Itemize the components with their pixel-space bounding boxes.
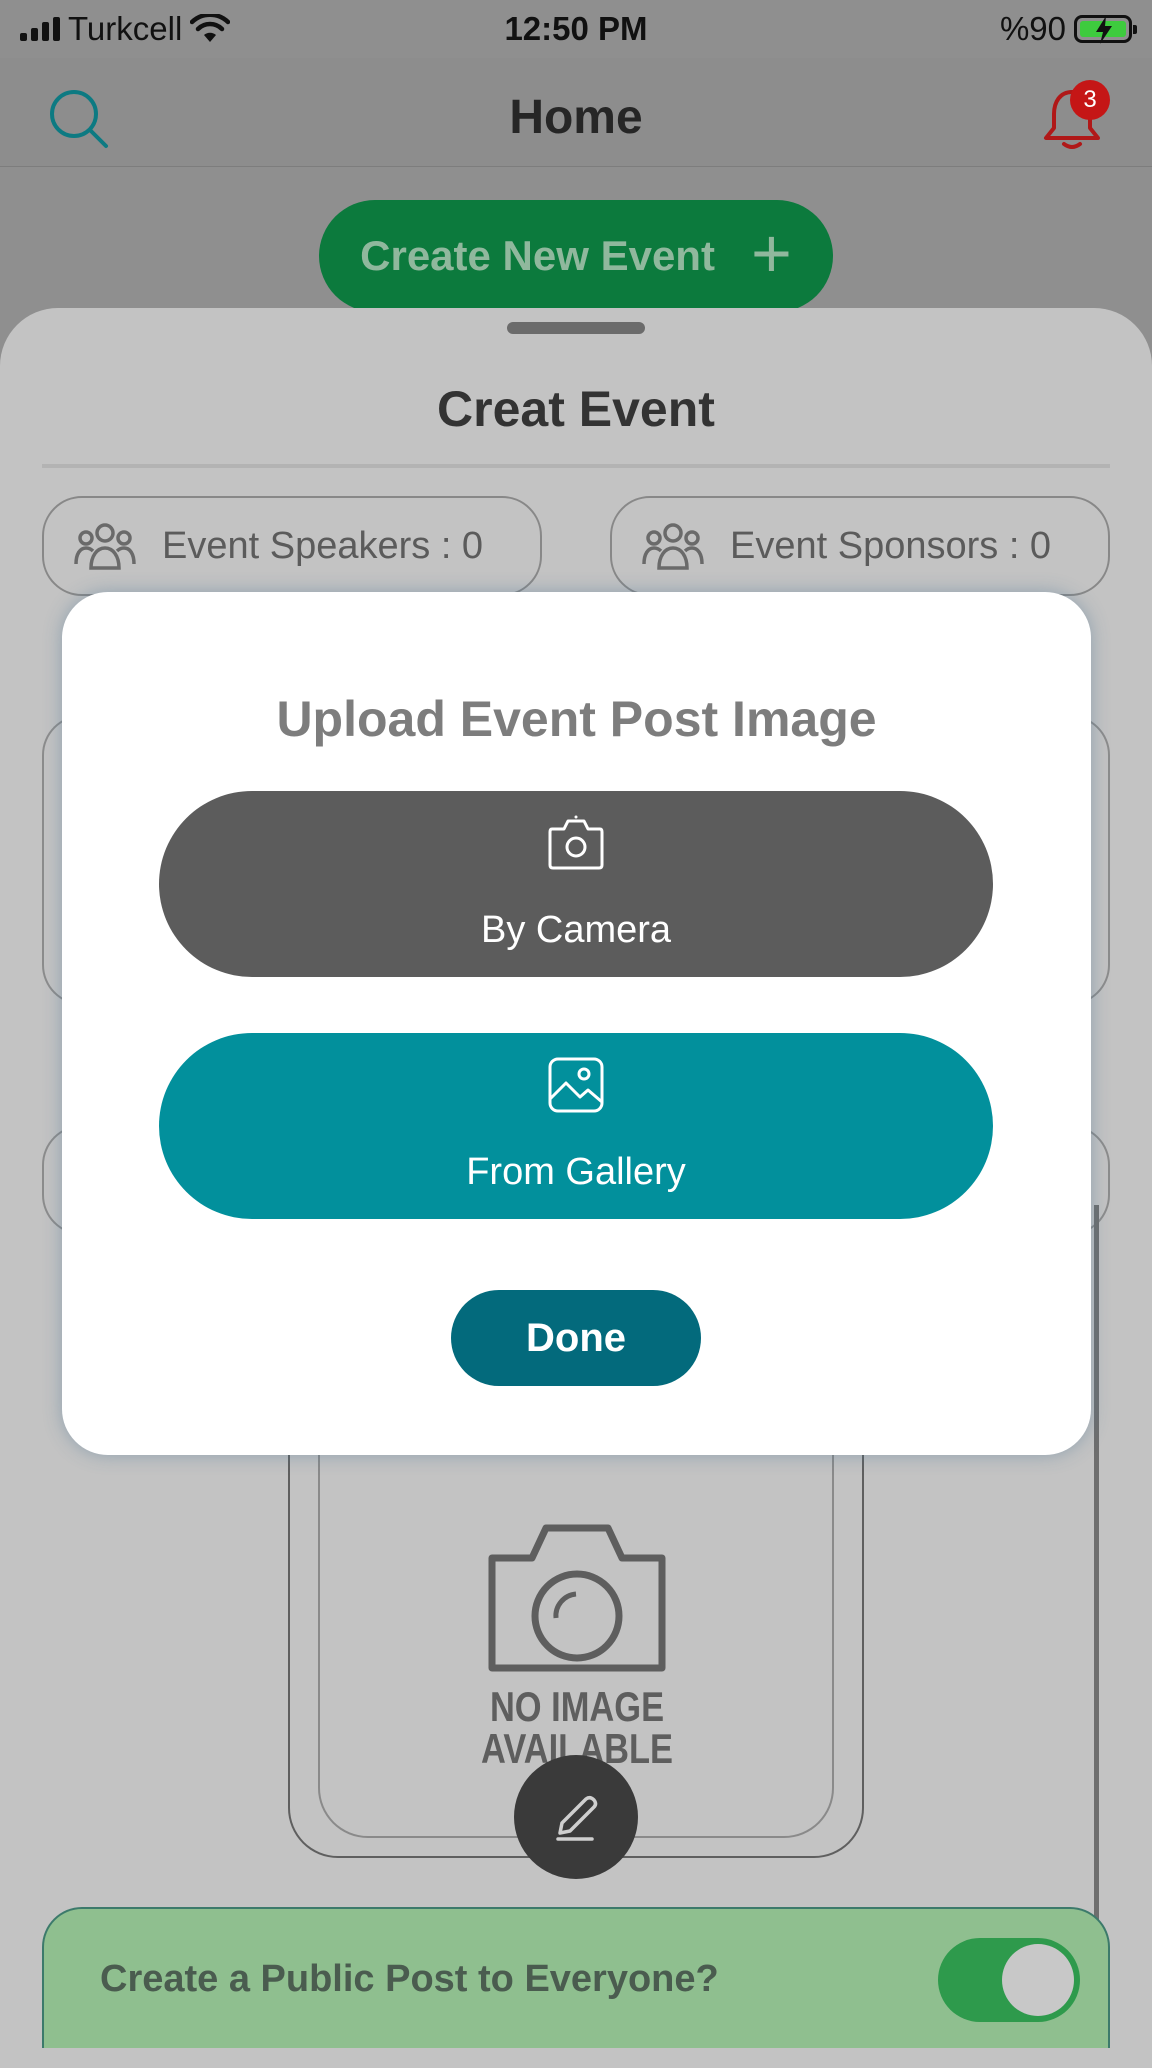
battery-icon: [1074, 15, 1137, 44]
event-sponsors-label: Event Sponsors : 0: [730, 524, 1052, 567]
no-image-line-1: NO IMAGE: [489, 1683, 665, 1730]
event-sponsors-chip[interactable]: Event Sponsors : 0: [610, 496, 1110, 596]
edit-image-button[interactable]: [514, 1755, 638, 1879]
from-gallery-label: From Gallery: [466, 1151, 686, 1193]
event-speakers-chip[interactable]: Event Speakers : 0: [42, 496, 542, 596]
clock: 12:50 PM: [504, 10, 648, 47]
done-button[interactable]: Done: [451, 1290, 701, 1386]
event-speakers-label: Event Speakers : 0: [162, 524, 484, 567]
people-group-icon: [642, 523, 704, 570]
sheet-grabber[interactable]: [507, 322, 645, 334]
plus-icon: +: [750, 214, 792, 292]
status-right: %90: [999, 10, 1137, 48]
page-title: Home: [509, 91, 643, 144]
battery-percent: %90: [999, 10, 1066, 47]
toggle-knob: [1002, 1944, 1074, 2016]
sheet-title: Creat Event: [437, 381, 715, 437]
camera-icon: [548, 815, 604, 870]
charging-bolt-icon: [1096, 16, 1112, 44]
divider: [42, 464, 1110, 468]
public-post-label: Create a Public Post to Everyone?: [100, 1958, 719, 2000]
image-gallery-icon: [548, 1057, 604, 1113]
dialog-title: Upload Event Post Image: [276, 691, 877, 747]
camera-placeholder-icon: [488, 1524, 666, 1672]
status-bar: Turkcell 12:50 PM %90: [0, 0, 1152, 58]
by-camera-button[interactable]: By Camera: [159, 791, 993, 977]
by-camera-label: By Camera: [480, 909, 672, 951]
create-new-event-button[interactable]: Create New Event +: [319, 200, 833, 312]
notification-badge: 3: [1070, 80, 1110, 120]
public-post-toggle[interactable]: [938, 1938, 1080, 2022]
people-group-icon: [74, 523, 136, 570]
from-gallery-button[interactable]: From Gallery: [159, 1033, 993, 1219]
create-new-event-label: Create New Event: [360, 232, 715, 279]
pencil-icon: [556, 1795, 598, 1841]
